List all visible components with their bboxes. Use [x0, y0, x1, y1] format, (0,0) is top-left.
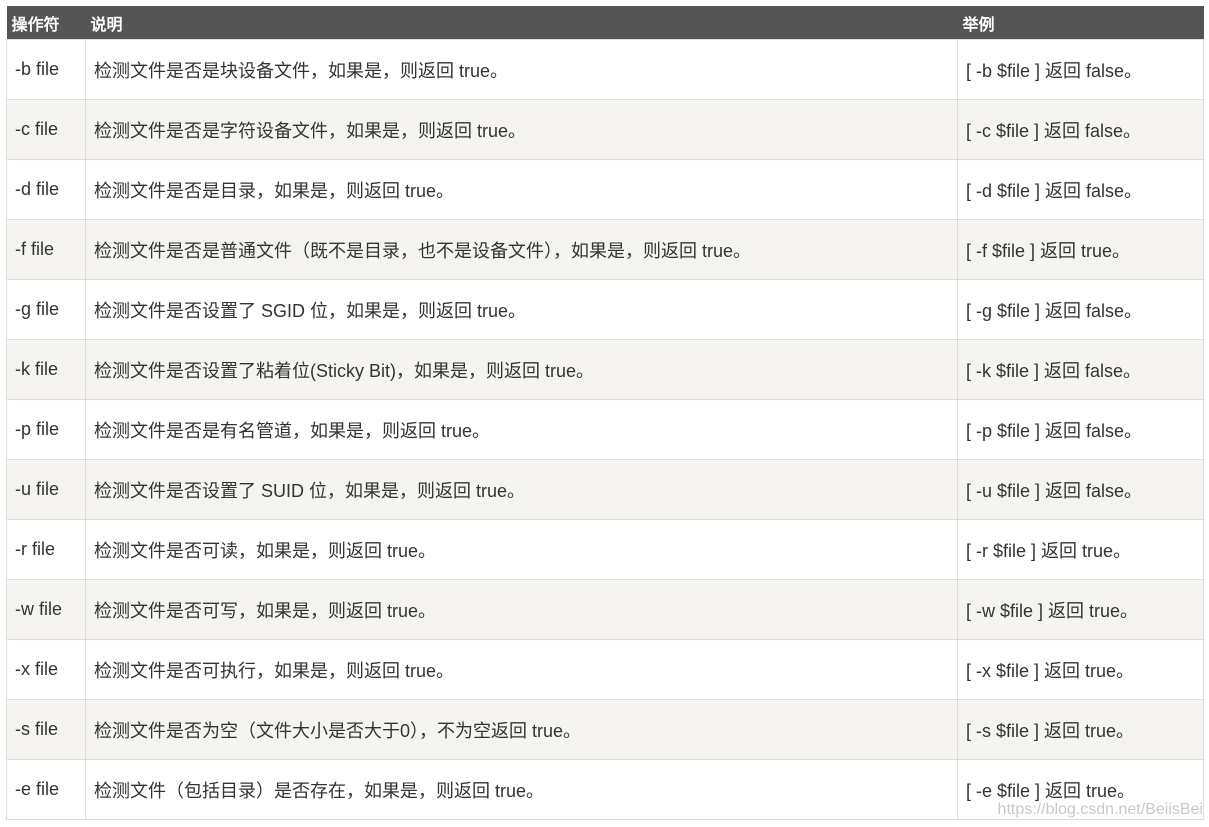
cell-example: [ -w $file ] 返回 true。 [957, 579, 1204, 640]
cell-operator: -u file [6, 459, 86, 520]
file-test-operators-table-container: 操作符 说明 举例 -b file 检测文件是否是块设备文件，如果是，则返回 t… [6, 6, 1204, 820]
table-row: -x file 检测文件是否可执行，如果是，则返回 true。 [ -x $fi… [6, 639, 1204, 700]
table-body: -b file 检测文件是否是块设备文件，如果是，则返回 true。 [ -b … [6, 39, 1204, 820]
cell-description: 检测文件是否可读，如果是，则返回 true。 [85, 519, 958, 580]
table-row: -b file 检测文件是否是块设备文件，如果是，则返回 true。 [ -b … [6, 39, 1204, 100]
cell-operator: -c file [6, 99, 86, 160]
cell-description: 检测文件是否可执行，如果是，则返回 true。 [85, 639, 958, 700]
file-test-operators-table: 操作符 说明 举例 -b file 检测文件是否是块设备文件，如果是，则返回 t… [6, 6, 1204, 820]
cell-example: [ -s $file ] 返回 true。 [957, 699, 1204, 760]
cell-description: 检测文件是否设置了粘着位(Sticky Bit)，如果是，则返回 true。 [85, 339, 958, 400]
cell-example: [ -b $file ] 返回 false。 [957, 39, 1204, 100]
cell-example: [ -r $file ] 返回 true。 [957, 519, 1204, 580]
cell-operator: -w file [6, 579, 86, 640]
cell-description: 检测文件是否设置了 SGID 位，如果是，则返回 true。 [85, 279, 958, 340]
cell-description: 检测文件是否是目录，如果是，则返回 true。 [85, 159, 958, 220]
cell-description: 检测文件是否设置了 SUID 位，如果是，则返回 true。 [85, 459, 958, 520]
cell-operator: -r file [6, 519, 86, 580]
cell-description: 检测文件是否为空（文件大小是否大于0），不为空返回 true。 [85, 699, 958, 760]
header-example: 举例 [962, 16, 995, 34]
table-row: -k file 检测文件是否设置了粘着位(Sticky Bit)，如果是，则返回… [6, 339, 1204, 400]
watermark-url: https://blog.csdn.net/BeiisBei [997, 801, 1203, 818]
cell-example: [ -p $file ] 返回 false。 [957, 399, 1204, 460]
cell-example: [ -u $file ] 返回 false。 [957, 459, 1204, 520]
table-row: -r file 检测文件是否可读，如果是，则返回 true。 [ -r $fil… [6, 519, 1204, 580]
cell-description: 检测文件是否是字符设备文件，如果是，则返回 true。 [85, 99, 958, 160]
cell-operator: -g file [6, 279, 86, 340]
cell-description: 检测文件是否可写，如果是，则返回 true。 [85, 579, 958, 640]
header-operator: 操作符 [11, 16, 60, 34]
header-row: 操作符 说明 举例 [6, 6, 1204, 40]
cell-example: [ -k $file ] 返回 false。 [957, 339, 1204, 400]
cell-operator: -e file [6, 759, 86, 820]
table-row: -p file 检测文件是否是有名管道，如果是，则返回 true。 [ -p $… [6, 399, 1204, 460]
table-row: -d file 检测文件是否是目录，如果是，则返回 true。 [ -d $fi… [6, 159, 1204, 220]
cell-example: [ -g $file ] 返回 false。 [957, 279, 1204, 340]
cell-operator: -x file [6, 639, 86, 700]
table-row: -c file 检测文件是否是字符设备文件，如果是，则返回 true。 [ -c… [6, 99, 1204, 160]
cell-description: 检测文件（包括目录）是否存在，如果是，则返回 true。 [85, 759, 958, 820]
cell-operator: -b file [6, 39, 86, 100]
table-row: -w file 检测文件是否可写，如果是，则返回 true。 [ -w $fil… [6, 579, 1204, 640]
cell-operator: -p file [6, 399, 86, 460]
cell-operator: -k file [6, 339, 86, 400]
cell-description: 检测文件是否是块设备文件，如果是，则返回 true。 [85, 39, 958, 100]
cell-example: [ -c $file ] 返回 false。 [957, 99, 1204, 160]
table-row: -f file 检测文件是否是普通文件（既不是目录，也不是设备文件），如果是，则… [6, 219, 1204, 280]
table-row: -u file 检测文件是否设置了 SUID 位，如果是，则返回 true。 [… [6, 459, 1204, 520]
cell-example: [ -f $file ] 返回 true。 [957, 219, 1204, 280]
cell-example: [ -x $file ] 返回 true。 [957, 639, 1204, 700]
table-row: -s file 检测文件是否为空（文件大小是否大于0），不为空返回 true。 … [6, 699, 1204, 760]
table-row: -g file 检测文件是否设置了 SGID 位，如果是，则返回 true。 [… [6, 279, 1204, 340]
cell-example: [ -d $file ] 返回 false。 [957, 159, 1204, 220]
cell-operator: -d file [6, 159, 86, 220]
cell-operator: -f file [6, 219, 86, 280]
header-description: 说明 [90, 16, 123, 34]
cell-description: 检测文件是否是有名管道，如果是，则返回 true。 [85, 399, 958, 460]
table-header: 操作符 说明 举例 [6, 6, 1204, 40]
cell-operator: -s file [6, 699, 86, 760]
cell-description: 检测文件是否是普通文件（既不是目录，也不是设备文件），如果是，则返回 true。 [85, 219, 958, 280]
